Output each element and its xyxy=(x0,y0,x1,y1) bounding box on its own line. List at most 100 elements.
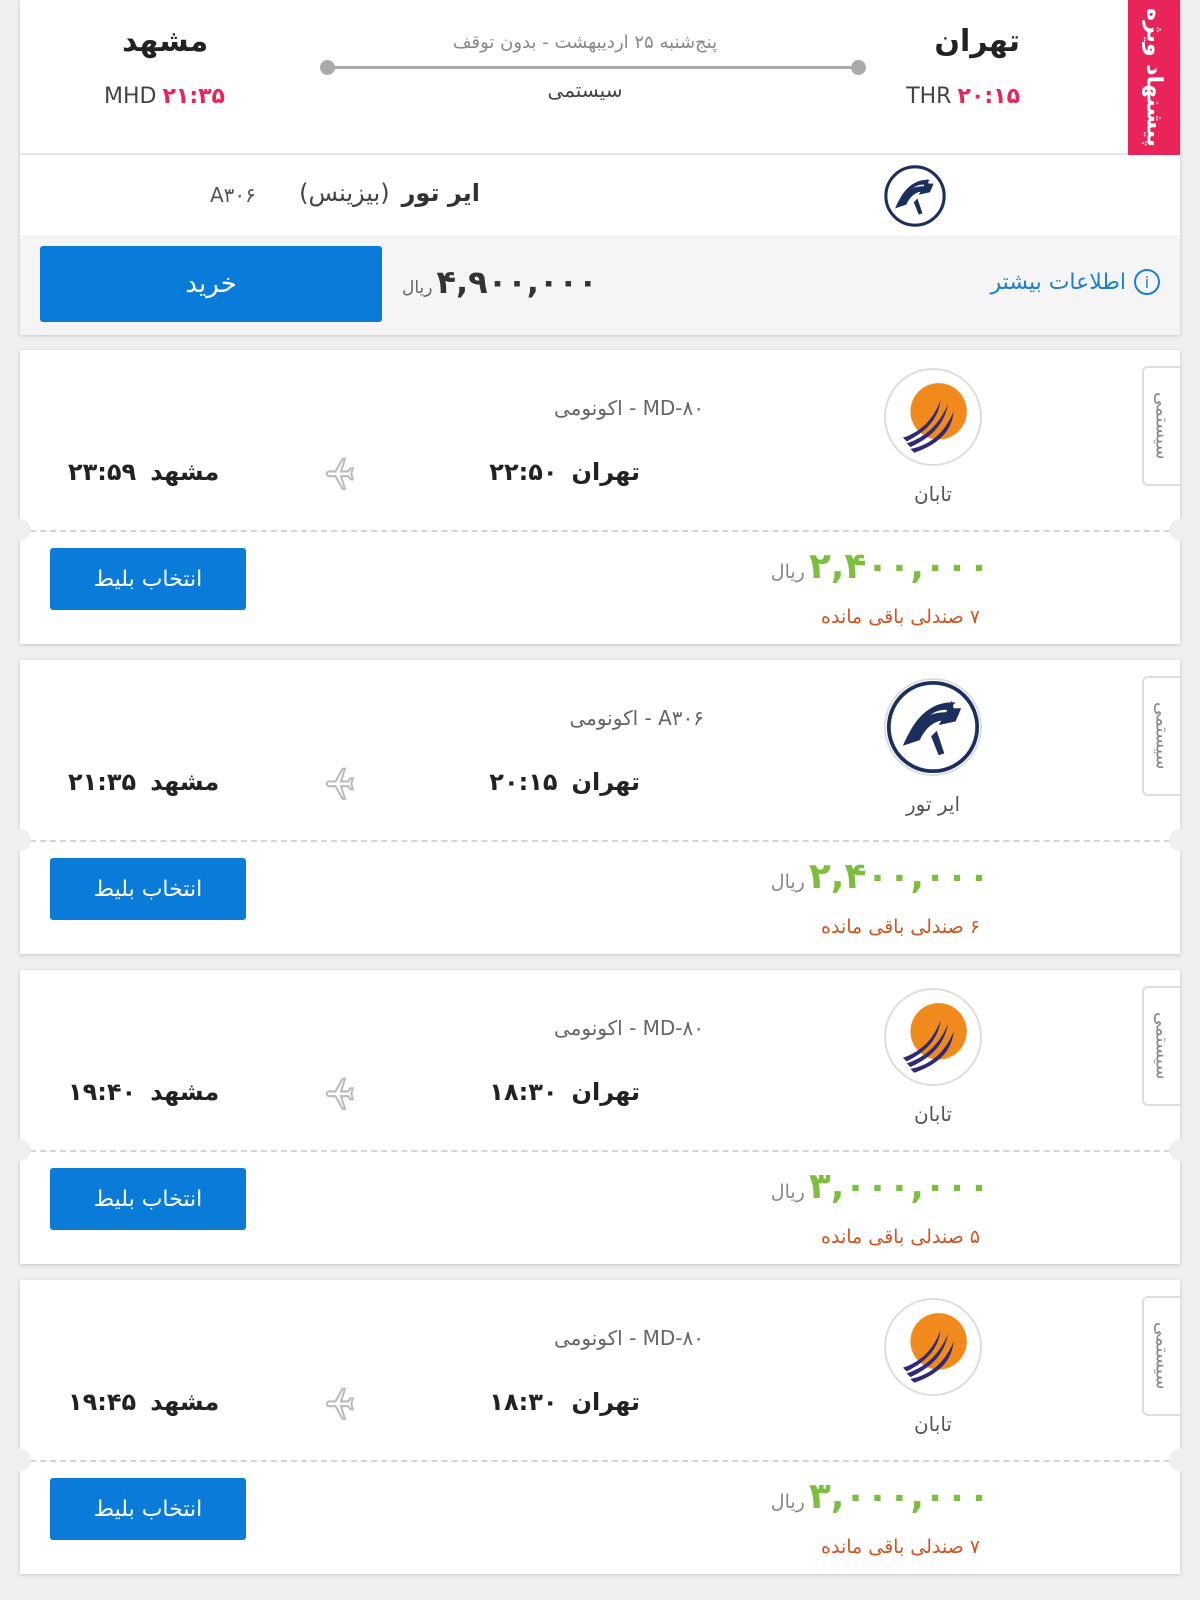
ticket-notch-right xyxy=(1169,1139,1191,1161)
origin-code: THR xyxy=(906,84,952,109)
taban-logo-icon xyxy=(884,988,982,1086)
airplane-icon xyxy=(325,1077,355,1110)
airline-name: تابان xyxy=(913,1412,952,1436)
more-info-link[interactable]: i اطلاعات بیشتر xyxy=(991,269,1160,295)
ticket-price: ۳,۰۰۰,۰۰۰ریال xyxy=(771,1476,990,1517)
flight-type-label: سیستمی xyxy=(1151,1322,1173,1390)
ticket-notch-right xyxy=(1169,519,1191,541)
aircraft-class: A۳۰۶ - اکونومی xyxy=(569,706,704,730)
flight-card[interactable]: سیستمی ایر تور A۳۰۶ - اکونومی تهران ۲۰:۱۵… xyxy=(9,660,1191,954)
card-divider xyxy=(20,1150,1180,1152)
flight-card[interactable]: سیستمی تابان MD-۸۰ - اکونومی تهران۱۸:۳۰ … xyxy=(9,1280,1191,1574)
route-line xyxy=(320,60,866,75)
special-price-value: ۴,۹۰۰,۰۰۰ xyxy=(436,263,598,301)
destination-code: MHD xyxy=(104,84,157,109)
departure: تهران ۲۲:۵۰ xyxy=(489,458,640,486)
ticket-price-currency: ریال xyxy=(770,1491,805,1513)
departure-city: تهران xyxy=(571,1078,641,1106)
select-ticket-button[interactable]: انتخاب بلیط xyxy=(50,1478,246,1540)
arrival: مشهد ۲۱:۳۵ xyxy=(68,768,219,796)
buy-button[interactable]: خرید xyxy=(40,246,382,322)
departure-time: ۲۲:۵۰ xyxy=(489,458,558,486)
special-route-section: پیشنهاد ویژه تهران THR ۲۰:۱۵ مشهد MHD ۲۱:۳… xyxy=(20,0,1180,155)
card-divider xyxy=(20,530,1180,532)
card-divider xyxy=(20,840,1180,842)
airplane-icon xyxy=(325,767,355,800)
ticket-notch-left xyxy=(9,519,31,541)
select-ticket-button[interactable]: انتخاب بلیط xyxy=(50,548,246,610)
airline-name: تابان xyxy=(913,482,952,506)
ticket-price-currency: ریال xyxy=(770,561,805,583)
flight-type-tab: سیستمی xyxy=(1142,1296,1180,1416)
special-offer-label: پیشنهاد ویژه xyxy=(1141,8,1167,147)
ticket-price-currency: ریال xyxy=(770,1181,805,1203)
arrival-time: ۱۹:۴۰ xyxy=(68,1078,137,1106)
special-airline-section: ایر تور (بیزینس) A۳۰۶ xyxy=(20,155,1180,235)
flight-type-label: سیستمی xyxy=(1151,702,1173,770)
ticket-price-currency: ریال xyxy=(770,871,805,893)
ticket-notch-left xyxy=(9,829,31,851)
select-ticket-button[interactable]: انتخاب بلیط xyxy=(50,1168,246,1230)
special-flight-code: A۳۰۶ xyxy=(210,183,256,207)
ticket-price: ۲,۴۰۰,۰۰۰ریال xyxy=(771,856,990,897)
arrival: مشهد ۱۹:۴۵ xyxy=(68,1388,219,1416)
departure: تهران ۱۸:۳۰ xyxy=(489,1078,640,1106)
arrival-city: مشهد xyxy=(150,1078,220,1106)
taban-logo-icon xyxy=(884,368,982,466)
flight-date-stops: پنج‌شنبه ۲۵ اردیبهشت - بدون توقف xyxy=(452,32,718,53)
seats-remaining: ۷ صندلی باقی مانده xyxy=(821,606,980,628)
ticket-price: ۲,۴۰۰,۰۰۰ریال xyxy=(771,546,990,587)
arrival-city: مشهد xyxy=(150,458,220,486)
airplane-icon xyxy=(325,1387,355,1420)
special-airline-name: ایر تور xyxy=(401,179,480,207)
special-offer-card: پیشنهاد ویژه تهران THR ۲۰:۱۵ مشهد MHD ۲۱:۳… xyxy=(20,0,1180,335)
departure: تهران ۱۸:۳۰ xyxy=(489,1388,640,1416)
special-cabin-class: (بیزینس) xyxy=(299,179,390,207)
seats-remaining: ۶ صندلی باقی مانده xyxy=(821,916,980,938)
flight-type-tab: سیستمی xyxy=(1142,366,1180,486)
card-divider xyxy=(20,1460,1180,1462)
flight-type-tab: سیستمی xyxy=(1142,986,1180,1106)
origin-city: تهران xyxy=(934,24,1020,59)
departure-time: ۲۰:۱۵ xyxy=(489,768,558,796)
departure-time: ۱۸:۳۰ xyxy=(489,1388,558,1416)
flight-card[interactable]: سیستمی تابان MD-۸۰ - اکونومی تهران۱۸:۳۰ … xyxy=(9,970,1191,1264)
aircraft-class: MD-۸۰ - اکونومی xyxy=(554,1016,704,1040)
aircraft-class: MD-۸۰ - اکونومی xyxy=(554,1326,704,1350)
flight-card[interactable]: سیستمی تابان MD-۸۰ - اکونومی تهران۲۲:۵۰ … xyxy=(9,350,1191,644)
ticket-price-value: ۲,۴۰۰,۰۰۰ xyxy=(808,546,990,587)
info-icon: i xyxy=(1134,269,1160,295)
arrival: مشهد ۲۳:۵۹ xyxy=(68,458,219,486)
ticket-price: ۳,۰۰۰,۰۰۰ریال xyxy=(771,1166,990,1207)
airline-name: تابان xyxy=(913,1102,952,1126)
origin-code-time: THR ۲۰:۱۵ xyxy=(906,84,1020,109)
ticket-price-value: ۳,۰۰۰,۰۰۰ xyxy=(808,1166,990,1207)
flight-type-label: سیستمی xyxy=(1151,392,1173,460)
ticket-price-value: ۲,۴۰۰,۰۰۰ xyxy=(808,856,990,897)
special-purchase-section: خرید ۴,۹۰۰,۰۰۰ریال i اطلاعات بیشتر xyxy=(20,235,1180,335)
destination-code-time: MHD ۲۱:۳۵ xyxy=(104,84,225,109)
arrival-city: مشهد xyxy=(150,768,220,796)
special-airline-class: ایر تور (بیزینس) xyxy=(299,179,480,207)
special-offer-ribbon: پیشنهاد ویژه xyxy=(1128,0,1180,155)
departure-city: تهران xyxy=(571,768,641,796)
departure-city: تهران xyxy=(571,458,641,486)
special-price: ۴,۹۰۰,۰۰۰ریال xyxy=(402,263,598,301)
select-ticket-button[interactable]: انتخاب بلیط xyxy=(50,858,246,920)
ticket-notch-left xyxy=(9,1139,31,1161)
origin-time: ۲۰:۱۵ xyxy=(957,84,1020,109)
ticket-notch-right xyxy=(1169,1449,1191,1471)
arrival-time: ۲۱:۳۵ xyxy=(68,768,137,796)
special-price-currency: ریال xyxy=(402,278,433,298)
more-info-label: اطلاعات بیشتر xyxy=(990,269,1126,295)
arrival-time: ۱۹:۴۵ xyxy=(68,1388,137,1416)
ticket-price-value: ۳,۰۰۰,۰۰۰ xyxy=(808,1476,990,1517)
arrival-city: مشهد xyxy=(150,1388,220,1416)
destination-city: مشهد xyxy=(122,24,209,59)
arrival: مشهد ۱۹:۴۰ xyxy=(68,1078,219,1106)
ticket-notch-left xyxy=(9,1449,31,1471)
seats-remaining: ۵ صندلی باقی مانده xyxy=(821,1226,980,1248)
departure: تهران ۲۰:۱۵ xyxy=(489,768,640,796)
airplane-icon xyxy=(325,457,355,490)
seats-remaining: ۷ صندلی باقی مانده xyxy=(821,1536,980,1558)
